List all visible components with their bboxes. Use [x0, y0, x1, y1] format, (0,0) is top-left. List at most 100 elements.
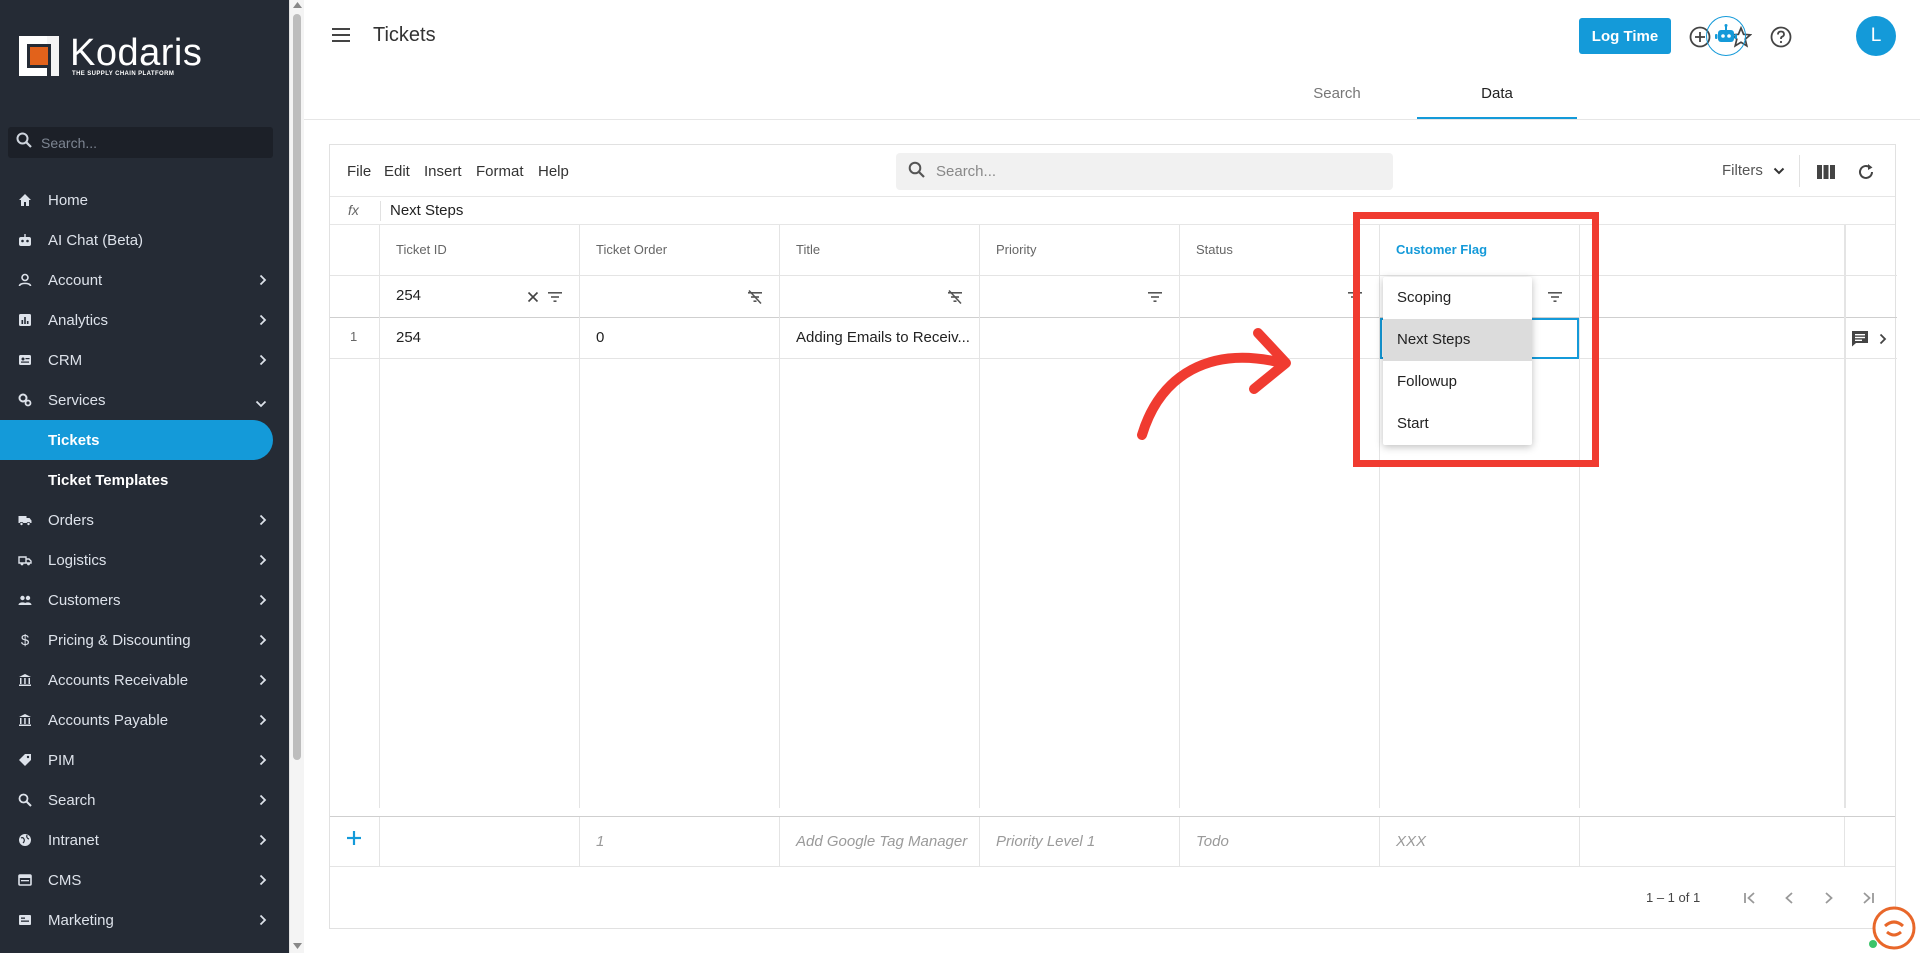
filter-off-icon[interactable] [947, 289, 963, 305]
menu-edit[interactable]: Edit [384, 163, 410, 180]
top-header: Tickets Log Time L Search Data [304, 0, 1920, 120]
scroll-down-icon[interactable] [293, 943, 302, 949]
home-icon [18, 193, 32, 207]
column-header[interactable]: Title [780, 225, 979, 276]
globe-icon [18, 833, 32, 847]
add-row-button[interactable] [330, 817, 380, 867]
first-page-icon[interactable] [1740, 888, 1760, 908]
filters-button[interactable]: Filters [1722, 162, 1785, 179]
sidebar-item-pim[interactable]: PIM [0, 740, 289, 780]
clear-icon[interactable] [525, 289, 541, 305]
grid-search [896, 153, 1393, 190]
column-header[interactable]: Ticket Order [580, 225, 779, 276]
page-title: Tickets [373, 24, 436, 46]
comment-icon[interactable] [1851, 330, 1869, 351]
truck-icon [18, 513, 32, 527]
row-actions-column [1845, 225, 1897, 808]
sidebar-nav: Home AI Chat (Beta) Account Analytics CR… [0, 180, 289, 940]
sidebar-item-customers[interactable]: Customers [0, 580, 289, 620]
next-page-icon[interactable] [1819, 888, 1839, 908]
prev-page-icon[interactable] [1779, 888, 1799, 908]
actions-header [1846, 225, 1897, 276]
formula-value[interactable]: Next Steps [390, 202, 463, 219]
sidebar-item-account[interactable]: Account [0, 260, 289, 300]
new-status[interactable]: Todo [1180, 817, 1380, 867]
sidebar-item-accounts-payable[interactable]: Accounts Payable [0, 700, 289, 740]
sidebar-item-label: PIM [48, 751, 75, 769]
new-ticket-id[interactable] [380, 817, 580, 867]
filter-cell[interactable] [780, 276, 979, 318]
cell-title[interactable]: Adding Emails to Receiv... [780, 318, 979, 359]
tab-data[interactable]: Data [1417, 85, 1577, 102]
sidebar-item-analytics[interactable]: Analytics [0, 300, 289, 340]
sidebar-item-tickets[interactable]: Tickets [0, 420, 273, 460]
chevron-right-icon[interactable] [1879, 332, 1887, 349]
sidebar-item-crm[interactable]: CRM [0, 340, 289, 380]
new-ticket-order[interactable]: 1 [580, 817, 780, 867]
filter-icon[interactable] [1147, 289, 1163, 305]
kodaris-logo-icon [17, 34, 61, 78]
sidebar-item-cms[interactable]: CMS [0, 860, 289, 900]
fx-label: fx [348, 202, 359, 218]
menu-icon[interactable] [332, 28, 350, 47]
new-priority[interactable]: Priority Level 1 [980, 817, 1180, 867]
sidebar-item-label: CRM [48, 351, 83, 369]
kodaris-logo[interactable]: Kodaris THE SUPPLY CHAIN PLATFORM [17, 34, 202, 78]
new-customer-flag[interactable]: XXX [1380, 817, 1580, 867]
filter-cell[interactable] [980, 276, 1179, 318]
menu-insert[interactable]: Insert [424, 163, 462, 180]
ai-assistant-button[interactable] [1706, 16, 1746, 56]
menu-help[interactable]: Help [538, 163, 569, 180]
sidebar-item-ticket-templates[interactable]: Ticket Templates [0, 460, 289, 500]
menu-format[interactable]: Format [476, 163, 524, 180]
scrollbar-thumb[interactable] [293, 14, 301, 760]
filter-cell[interactable]: 254 [380, 276, 579, 318]
refresh-icon[interactable] [1855, 161, 1877, 183]
sidebar-item-accounts-receivable[interactable]: Accounts Receivable [0, 660, 289, 700]
columns-icon[interactable] [1815, 161, 1837, 183]
sidebar-item-label: AI Chat (Beta) [48, 231, 144, 249]
sidebar-item-label: Orders [48, 511, 94, 529]
sidebar-item-ai-chat[interactable]: AI Chat (Beta) [0, 220, 289, 260]
filter-off-icon[interactable] [747, 289, 763, 305]
filter-cell[interactable] [1180, 276, 1379, 318]
column-priority: Priority [980, 225, 1180, 808]
support-chat-icon[interactable] [1866, 904, 1918, 952]
tag-icon [18, 753, 32, 767]
scroll-up-icon[interactable] [293, 2, 302, 8]
sidebar-item-label: Analytics [48, 311, 109, 329]
sidebar-item-orders[interactable]: Orders [0, 500, 289, 540]
sidebar-item-label: Search [48, 791, 96, 809]
filter-value[interactable]: 254 [396, 287, 421, 304]
sidebar-item-home[interactable]: Home [0, 180, 289, 220]
sidebar-scrollbar[interactable] [289, 0, 304, 953]
cell-ticket-order[interactable]: 0 [580, 318, 779, 359]
help-icon[interactable] [1769, 25, 1793, 49]
column-header[interactable]: Ticket ID [380, 225, 579, 276]
tab-search[interactable]: Search [1257, 85, 1417, 102]
sidebar-item-label: Ticket Templates [48, 471, 169, 489]
grid-search-input[interactable] [936, 163, 1376, 180]
sidebar-item-pricing[interactable]: $ Pricing & Discounting [0, 620, 289, 660]
menu-file[interactable]: File [347, 163, 371, 180]
cell-ticket-id[interactable]: 254 [380, 318, 579, 359]
column-status: Status [1180, 225, 1380, 808]
sidebar-item-intranet[interactable]: Intranet [0, 820, 289, 860]
sidebar-item-services[interactable]: Services [0, 380, 289, 420]
column-header[interactable]: Priority [980, 225, 1179, 276]
sidebar-item-marketing[interactable]: Marketing [0, 900, 289, 940]
campaign-icon [18, 913, 32, 927]
filter-icon[interactable] [547, 289, 563, 305]
new-title[interactable]: Add Google Tag Manager [780, 817, 980, 867]
formula-bar: fx Next Steps [330, 197, 1895, 225]
log-time-button[interactable]: Log Time [1579, 18, 1671, 54]
sidebar-item-label: Customers [48, 591, 121, 609]
sidebar-search-input[interactable] [41, 134, 261, 151]
search-icon [18, 793, 32, 807]
filter-cell[interactable] [580, 276, 779, 318]
sidebar-item-search[interactable]: Search [0, 780, 289, 820]
user-avatar[interactable]: L [1856, 16, 1896, 56]
column-header[interactable]: Status [1180, 225, 1379, 276]
chevron-right-icon [259, 873, 267, 890]
sidebar-item-logistics[interactable]: Logistics [0, 540, 289, 580]
